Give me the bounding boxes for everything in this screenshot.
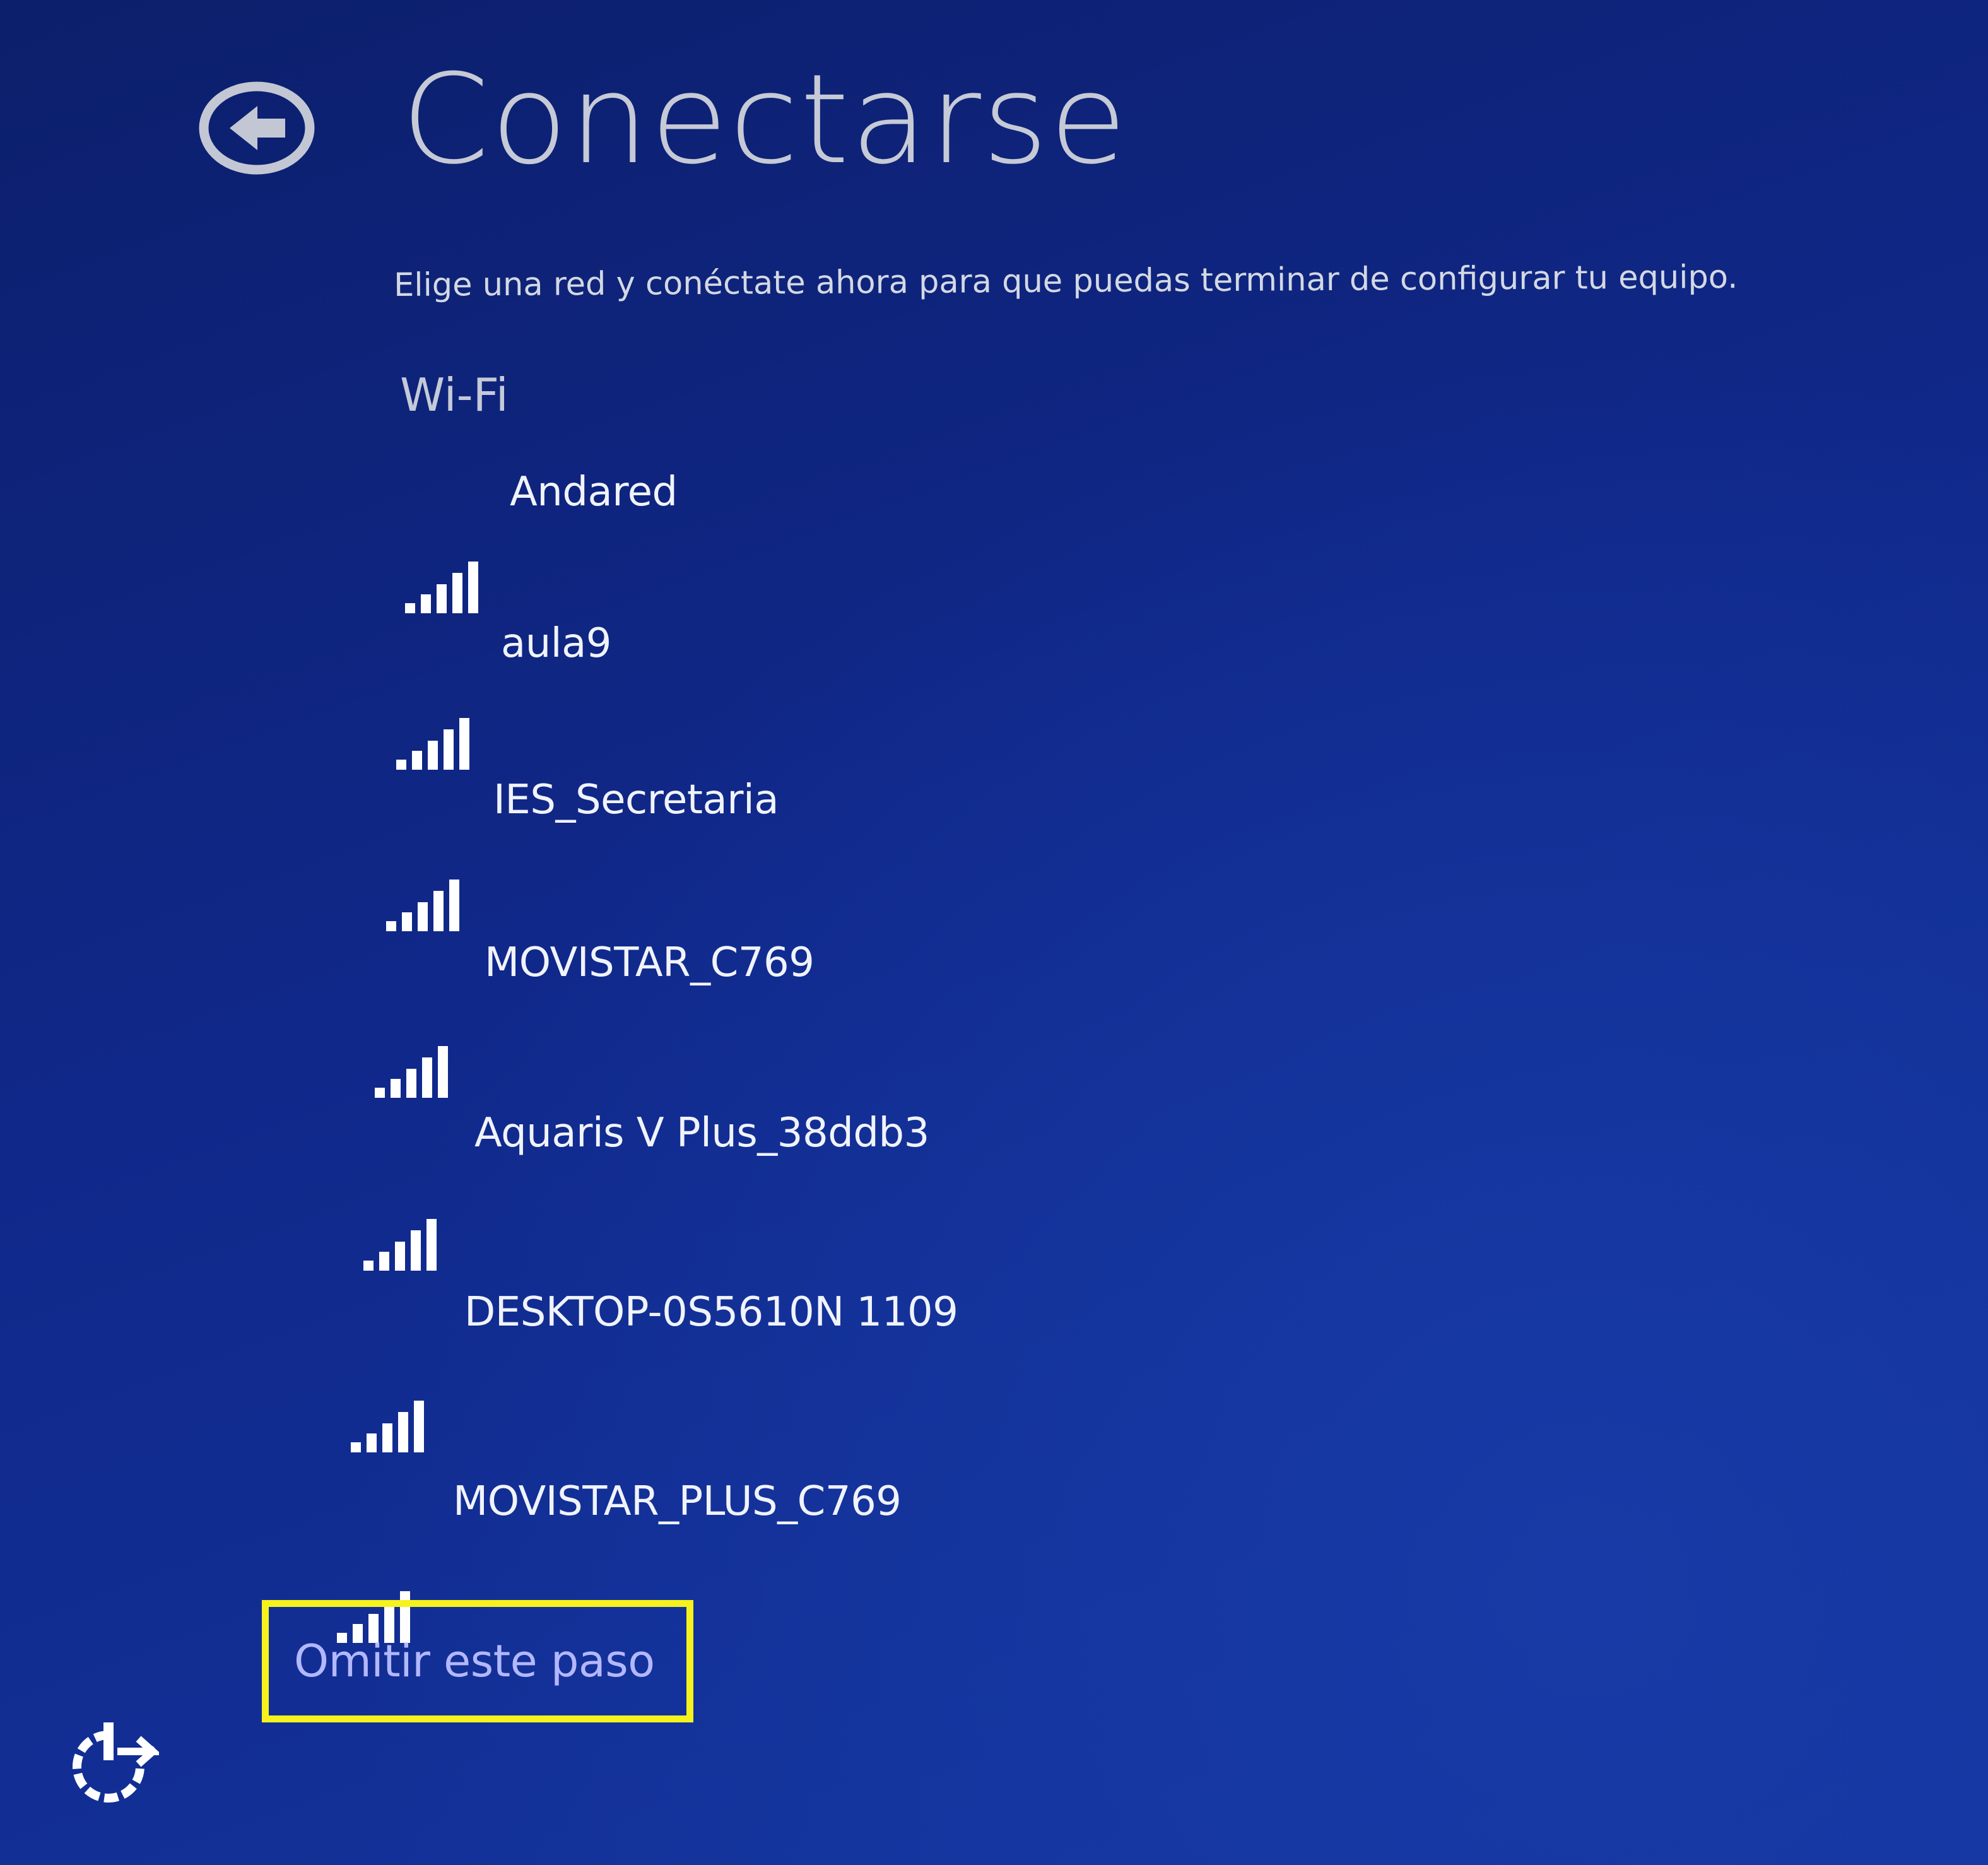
network-name: Aquaris V Plus_38ddb3 xyxy=(474,1110,929,1156)
wifi-signal-icon xyxy=(396,713,474,770)
network-item-ies-secretaria[interactable]: IES_Secretaria xyxy=(386,775,1269,931)
network-name: IES_Secretaria xyxy=(493,777,779,823)
network-name: MOVISTAR_C769 xyxy=(485,939,815,986)
skip-step-link[interactable]: Omitir este paso xyxy=(294,1633,655,1690)
network-item-movistar-c769[interactable]: MOVISTAR_C769 xyxy=(375,938,1258,1098)
wifi-signal-icon xyxy=(363,1214,442,1271)
wifi-signal-icon xyxy=(351,1396,429,1452)
network-name: aula9 xyxy=(501,620,612,667)
network-item-aquaris-v-plus[interactable]: Aquaris V Plus_38ddb3 xyxy=(363,1108,1247,1271)
wifi-signal-icon xyxy=(386,874,464,931)
back-button[interactable] xyxy=(197,81,317,175)
ease-of-access-button[interactable] xyxy=(58,1716,159,1817)
network-item-movistar-plus-c769[interactable]: MOVISTAR_PLUS_C769 xyxy=(337,1476,1220,1643)
page-title: Conectarse xyxy=(401,48,1129,192)
wifi-signal-icon xyxy=(375,1041,453,1098)
back-arrow-circle-icon xyxy=(199,81,315,175)
network-name: MOVISTAR_PLUS_C769 xyxy=(453,1478,902,1525)
wifi-signal-icon xyxy=(405,556,483,613)
network-item-desktop[interactable]: DESKTOP-0S5610N 1109 xyxy=(351,1287,1234,1452)
network-item-aula9[interactable]: aula9 xyxy=(396,618,1279,770)
network-name: Andared xyxy=(510,469,678,515)
ease-of-access-icon xyxy=(73,1722,159,1803)
wifi-section-label: Wi-Fi xyxy=(400,368,509,421)
network-item-andared[interactable]: Andared xyxy=(405,467,1288,613)
instructions-text: Elige una red y conéctate ahora para que… xyxy=(394,258,1738,304)
network-name: DESKTOP-0S5610N 1109 xyxy=(464,1289,958,1336)
